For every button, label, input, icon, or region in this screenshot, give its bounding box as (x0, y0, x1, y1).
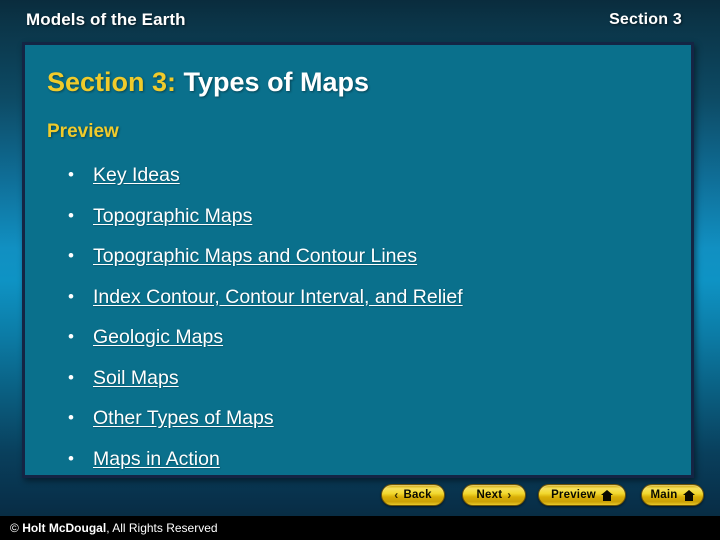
list-item: • Geologic Maps (45, 317, 675, 358)
bullet-icon: • (68, 165, 74, 184)
main-button-label: Main (650, 489, 678, 501)
bullet-icon: • (68, 448, 74, 468)
list-item: • Topographic Maps (45, 196, 675, 237)
list-item: • Index Contour, Contour Interval, and R… (45, 277, 675, 318)
course-title: Models of the Earth (26, 10, 186, 29)
copyright-footer: © Holt McDougal, All Rights Reserved (0, 516, 720, 540)
list-item: • Topographic Maps and Contour Lines (45, 236, 675, 277)
preview-link-maps-in-action[interactable]: Maps in Action (93, 448, 220, 470)
preview-link-key-ideas[interactable]: Key Ideas (93, 164, 180, 186)
navigation-bar: ‹ Back Next › Preview Main (0, 484, 720, 510)
preview-link-topographic-maps-and-contour-lines[interactable]: Topographic Maps and Contour Lines (93, 245, 417, 267)
slide-canvas: Models of the Earth Section 3 Section 3:… (0, 0, 720, 540)
next-button-label: Next (476, 489, 503, 501)
preview-link-list: • Key Ideas • Topographic Maps • Topogra… (45, 155, 675, 476)
back-button-label: Back (403, 489, 432, 501)
preview-button[interactable]: Preview (538, 484, 626, 506)
back-button[interactable]: ‹ Back (381, 484, 445, 506)
slide-title-prefix: Section 3: (47, 67, 177, 97)
section-label: Section 3 (609, 11, 682, 28)
list-item: • Soil Maps (45, 358, 675, 399)
preview-link-geologic-maps[interactable]: Geologic Maps (93, 326, 223, 348)
bullet-icon: • (68, 408, 74, 427)
rights-text: , All Rights Reserved (106, 521, 218, 535)
preview-link-other-types-of-maps[interactable]: Other Types of Maps (93, 407, 274, 429)
home-icon (600, 489, 613, 501)
preview-button-label: Preview (551, 489, 596, 501)
list-item: • Other Types of Maps (45, 398, 675, 439)
preview-link-index-contour-interval-relief[interactable]: Index Contour, Contour Interval, and Rel… (93, 286, 463, 308)
bullet-icon: • (68, 327, 74, 346)
home-icon (682, 489, 695, 501)
bullet-icon: • (68, 286, 74, 306)
next-button[interactable]: Next › (462, 484, 526, 506)
content-panel: Section 3: Types of Maps Preview • Key I… (22, 42, 694, 478)
list-item: • Key Ideas (45, 155, 675, 196)
main-button[interactable]: Main (641, 484, 704, 506)
copyright-text: © Holt McDougal, All Rights Reserved (10, 521, 218, 535)
slide-title: Section 3: Types of Maps (47, 67, 369, 98)
list-item: • Maps in Action (45, 439, 675, 476)
copyright-symbol: © (10, 521, 19, 535)
preview-link-soil-maps[interactable]: Soil Maps (93, 367, 179, 389)
slide-header: Models of the Earth Section 3 (0, 0, 720, 40)
publisher-name: Holt McDougal (22, 521, 107, 535)
preview-link-topographic-maps[interactable]: Topographic Maps (93, 205, 252, 227)
chevron-right-icon: › (507, 488, 512, 502)
preview-heading: Preview (47, 121, 119, 142)
slide-title-main: Types of Maps (176, 67, 370, 97)
bullet-icon: • (68, 246, 74, 265)
chevron-left-icon: ‹ (394, 488, 399, 502)
bullet-icon: • (68, 367, 74, 387)
bullet-icon: • (68, 205, 74, 225)
